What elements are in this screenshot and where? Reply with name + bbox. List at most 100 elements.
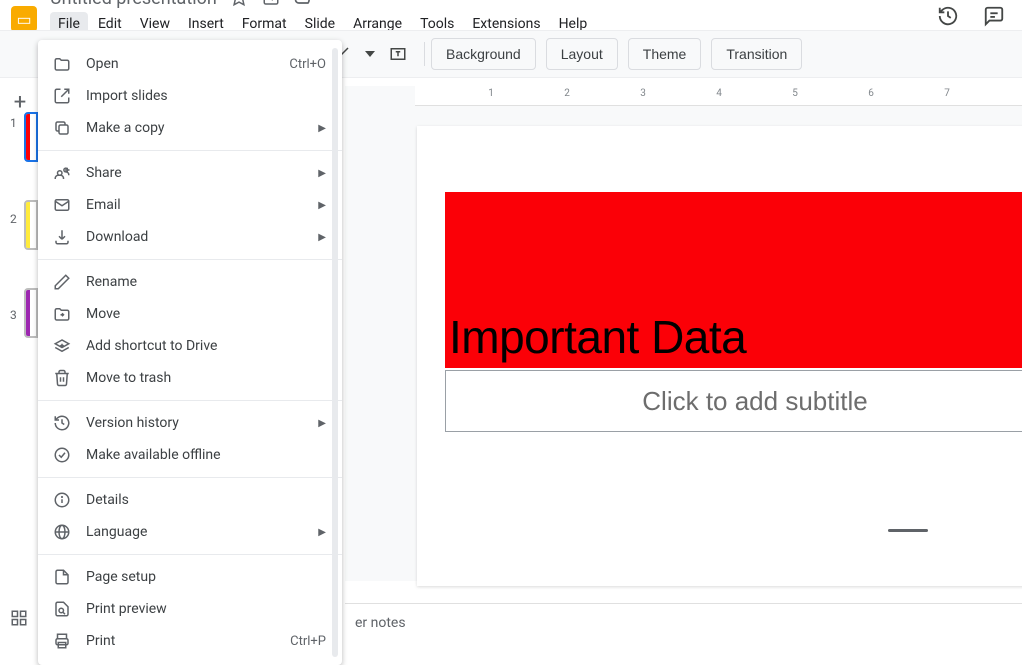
- subtitle-text: Click to add subtitle: [642, 386, 867, 417]
- menu-item-label: Make available offline: [86, 447, 326, 463]
- share-icon: [52, 163, 72, 183]
- menu-item-language[interactable]: Language▶: [38, 516, 342, 548]
- comments-icon[interactable]: [980, 2, 1008, 30]
- ruler-tick: 7: [944, 88, 950, 99]
- ruler-tick: 1: [488, 88, 494, 99]
- menu-item-make-a-copy[interactable]: Make a copy▶: [38, 112, 342, 144]
- add-slide-button[interactable]: +: [8, 90, 32, 114]
- menu-item-make-available-offline[interactable]: Make available offline: [38, 439, 342, 471]
- slides-icon: ▭: [16, 10, 31, 29]
- preview-icon: [52, 599, 72, 619]
- textbox-tool-icon[interactable]: [382, 38, 414, 70]
- submenu-caret-icon: ▶: [318, 418, 326, 429]
- menu-item-move-to-trash[interactable]: Move to trash: [38, 362, 342, 394]
- download-icon: [52, 227, 72, 247]
- menu-item-label: Share: [86, 165, 318, 181]
- resize-handle[interactable]: [888, 529, 928, 532]
- transition-button[interactable]: Transition: [711, 38, 802, 70]
- star-icon[interactable]: [229, 0, 249, 8]
- slide-number: 2: [10, 212, 17, 226]
- menu-item-label: Page setup: [86, 569, 326, 585]
- offline-icon: [52, 445, 72, 465]
- menu-item-download[interactable]: Download▶: [38, 221, 342, 253]
- rename-icon: [52, 272, 72, 292]
- menu-separator: [38, 259, 342, 260]
- slide-thumbnail[interactable]: [24, 112, 38, 162]
- move-to-folder-icon[interactable]: [261, 0, 281, 8]
- menu-item-move[interactable]: Move: [38, 298, 342, 330]
- ruler-tick: 2: [564, 88, 570, 99]
- menu-item-page-setup[interactable]: Page setup: [38, 561, 342, 593]
- menu-separator: [38, 150, 342, 151]
- slide-thumbnail[interactable]: [24, 288, 38, 338]
- import-icon: [52, 86, 72, 106]
- print-icon: [52, 631, 72, 651]
- ruler-tick: 3: [640, 88, 646, 99]
- grid-view-icon[interactable]: [10, 609, 30, 629]
- move-icon: [52, 304, 72, 324]
- language-icon: [52, 522, 72, 542]
- ruler-tick: 6: [868, 88, 874, 99]
- menu-item-import-slides[interactable]: Import slides: [38, 80, 342, 112]
- title-text: Important Data: [449, 310, 746, 364]
- info-icon: [52, 490, 72, 510]
- slide-canvas[interactable]: Important Data Click to add subtitle: [417, 126, 1022, 586]
- menu-item-share[interactable]: Share▶: [38, 157, 342, 189]
- menu-item-open[interactable]: OpenCtrl+O: [38, 48, 342, 80]
- ruler-tick: 5: [792, 88, 798, 99]
- menu-separator: [38, 477, 342, 478]
- folder-icon: [52, 54, 72, 74]
- speaker-notes-label: er notes: [355, 615, 406, 631]
- menu-item-label: Move: [86, 306, 326, 322]
- speaker-notes[interactable]: er notes: [345, 603, 1022, 641]
- menu-item-label: Print preview: [86, 601, 326, 617]
- submenu-caret-icon: ▶: [318, 232, 326, 243]
- theme-button[interactable]: Theme: [628, 38, 702, 70]
- menu-item-label: Rename: [86, 274, 326, 290]
- menu-item-label: Import slides: [86, 88, 326, 104]
- scrollbar[interactable]: [332, 48, 338, 657]
- document-title[interactable]: Untitled presentation: [50, 0, 217, 9]
- ruler-tick: 4: [716, 88, 722, 99]
- keyboard-shortcut: Ctrl+O: [289, 57, 326, 72]
- menu-item-rename[interactable]: Rename: [38, 266, 342, 298]
- title-placeholder[interactable]: Important Data: [445, 192, 1022, 368]
- cloud-status-icon[interactable]: [293, 0, 313, 8]
- menu-item-label: Open: [86, 56, 289, 72]
- shortcut-icon: [52, 336, 72, 356]
- background-button[interactable]: Background: [431, 38, 536, 70]
- menu-item-details[interactable]: Details: [38, 484, 342, 516]
- submenu-caret-icon: ▶: [318, 123, 326, 134]
- line-dropdown-icon[interactable]: [362, 38, 378, 70]
- slide-thumbnail[interactable]: [24, 200, 38, 250]
- copy-icon: [52, 118, 72, 138]
- submenu-caret-icon: ▶: [318, 200, 326, 211]
- menu-item-label: Make a copy: [86, 120, 318, 136]
- menu-item-label: Language: [86, 524, 318, 540]
- menu-item-label: Version history: [86, 415, 318, 431]
- menu-item-label: Download: [86, 229, 318, 245]
- menu-item-print[interactable]: PrintCtrl+P: [38, 625, 342, 657]
- submenu-caret-icon: ▶: [318, 527, 326, 538]
- history-icon[interactable]: [934, 2, 962, 30]
- page-icon: [52, 567, 72, 587]
- trash-icon: [52, 368, 72, 388]
- slide-number: 3: [10, 308, 17, 322]
- menu-item-email[interactable]: Email▶: [38, 189, 342, 221]
- menu-item-label: Details: [86, 492, 326, 508]
- horizontal-ruler: 1 2 3 4 5 6 7: [415, 86, 1022, 106]
- menu-separator: [38, 554, 342, 555]
- subtitle-placeholder[interactable]: Click to add subtitle: [445, 370, 1022, 432]
- menu-item-version-history[interactable]: Version history▶: [38, 407, 342, 439]
- menu-item-print-preview[interactable]: Print preview: [38, 593, 342, 625]
- history-icon: [52, 413, 72, 433]
- layout-button[interactable]: Layout: [546, 38, 618, 70]
- file-menu-dropdown: OpenCtrl+OImport slidesMake a copy▶Share…: [38, 40, 342, 665]
- menu-item-label: Print: [86, 633, 290, 649]
- menu-item-add-shortcut-to-drive[interactable]: Add shortcut to Drive: [38, 330, 342, 362]
- email-icon: [52, 195, 72, 215]
- menu-item-label: Email: [86, 197, 318, 213]
- menu-separator: [38, 400, 342, 401]
- keyboard-shortcut: Ctrl+P: [290, 634, 326, 649]
- menu-item-label: Add shortcut to Drive: [86, 338, 326, 354]
